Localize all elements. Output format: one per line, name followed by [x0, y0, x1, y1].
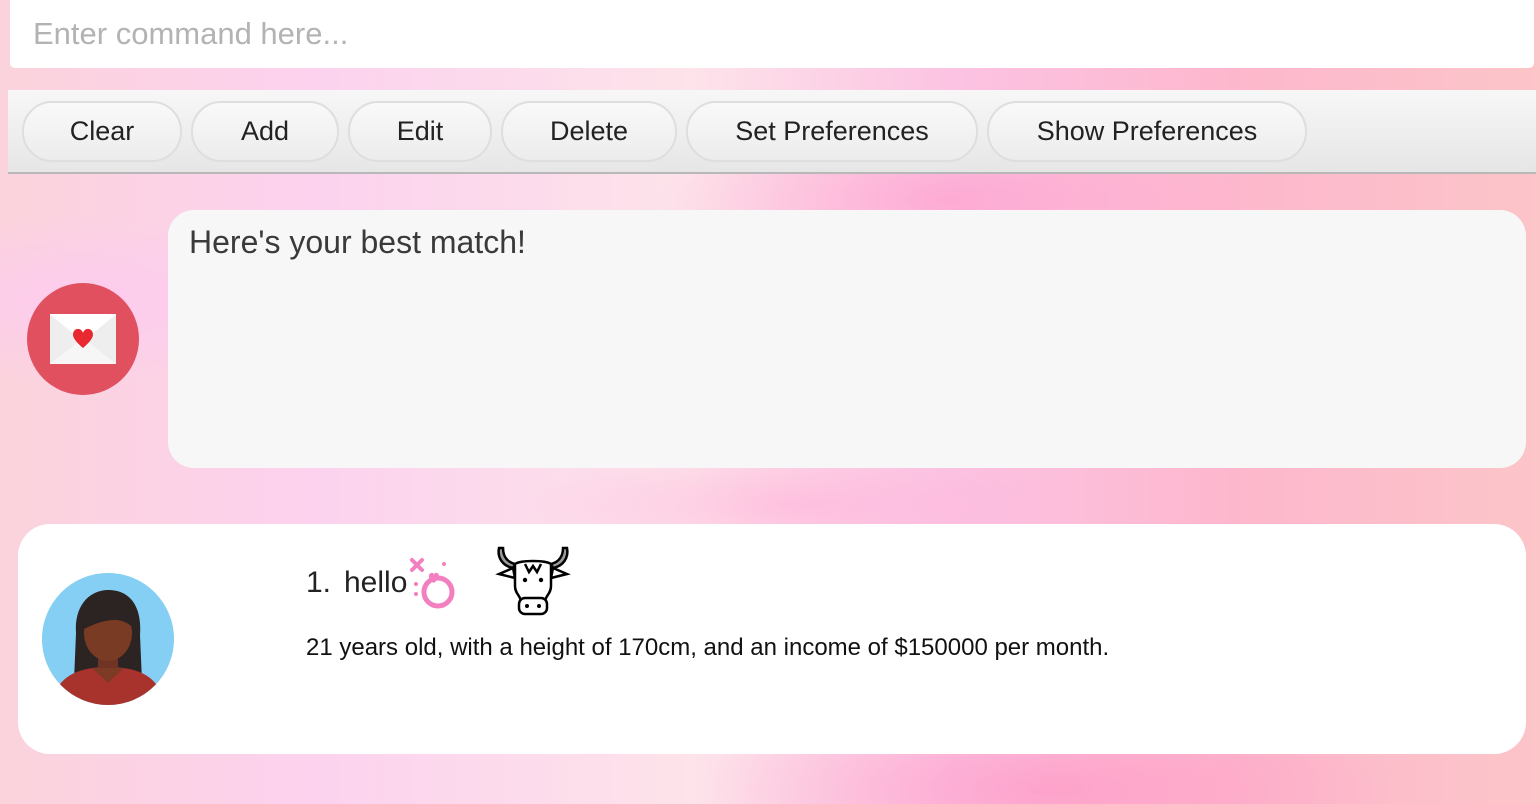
person-index: 1. [306, 566, 332, 599]
add-button[interactable]: Add [191, 101, 339, 162]
delete-button[interactable]: Delete [501, 101, 677, 162]
response-message: Here's your best match! [189, 224, 526, 260]
envelope-heart-icon [50, 314, 116, 364]
response-panel: Here's your best match! [168, 210, 1526, 468]
command-box [10, 0, 1534, 68]
person-details: 21 years old, with a height of 170cm, an… [306, 634, 1110, 661]
ox-icon [495, 546, 571, 616]
person-card[interactable]: 1. hello 21 years old, with a height of … [18, 524, 1526, 754]
toolbar: Clear Add Edit Delete Set Preferences Sh… [8, 90, 1536, 174]
bot-avatar [27, 283, 139, 395]
command-input[interactable] [10, 0, 1534, 68]
female-gender-icon [410, 558, 455, 609]
show-preferences-button[interactable]: Show Preferences [987, 101, 1307, 162]
edit-button[interactable]: Edit [348, 101, 492, 162]
person-avatar [42, 573, 174, 705]
person-name: hello [344, 566, 408, 599]
female-person-avatar-icon [42, 573, 174, 705]
set-preferences-button[interactable]: Set Preferences [686, 101, 978, 162]
clear-button[interactable]: Clear [22, 101, 182, 162]
